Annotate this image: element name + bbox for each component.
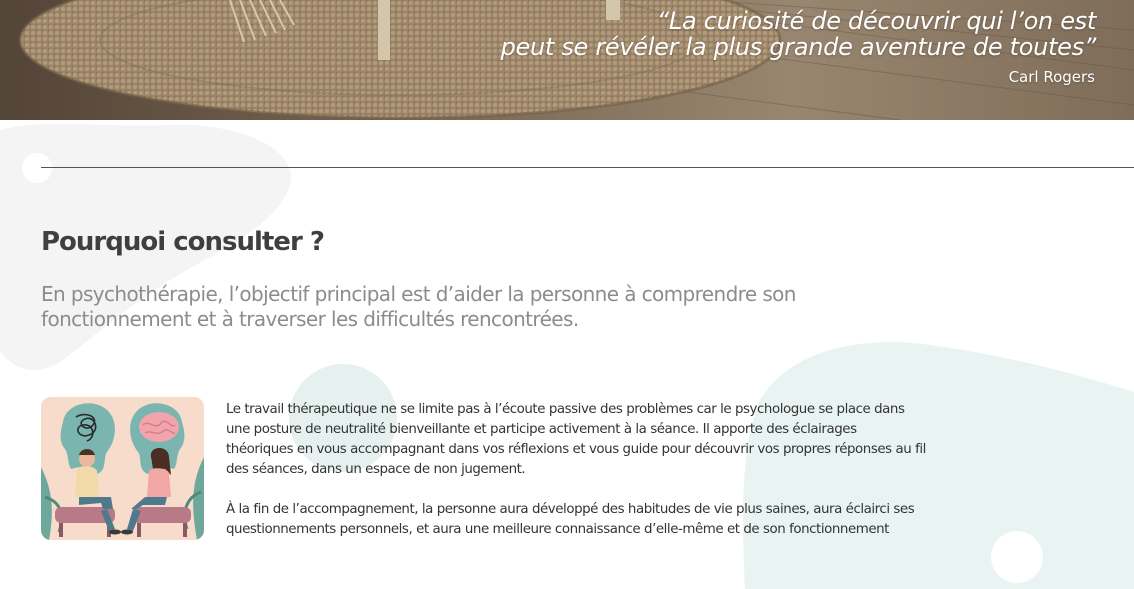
hero-quote-author: Carl Rogers — [1008, 68, 1095, 86]
therapy-session-icon — [41, 397, 204, 540]
section-divider — [41, 167, 1134, 168]
page: “La curiosité de découvrir qui l’on est … — [0, 0, 1134, 589]
body-paragraph-1: Le travail thérapeutique ne se limite pa… — [226, 402, 926, 477]
hero-quote-line-1: “La curiosité de découvrir qui l’on est — [656, 7, 1097, 35]
section-title: Pourquoi consulter ? — [41, 227, 325, 257]
section-body: Le travail thérapeutique ne se limite pa… — [226, 400, 926, 560]
hero-quote-line-2: peut se révéler la plus grande aventure … — [500, 33, 1097, 61]
section-lead: En psychothérapie, l’objectif principal … — [41, 282, 796, 331]
therapy-illustration — [41, 397, 204, 540]
body-paragraph-2: À la fin de l’accompagnement, la personn… — [226, 502, 915, 537]
hero-banner: “La curiosité de découvrir qui l’on est … — [0, 0, 1134, 120]
hero-quote: “La curiosité de découvrir qui l’on est … — [456, 7, 1097, 61]
